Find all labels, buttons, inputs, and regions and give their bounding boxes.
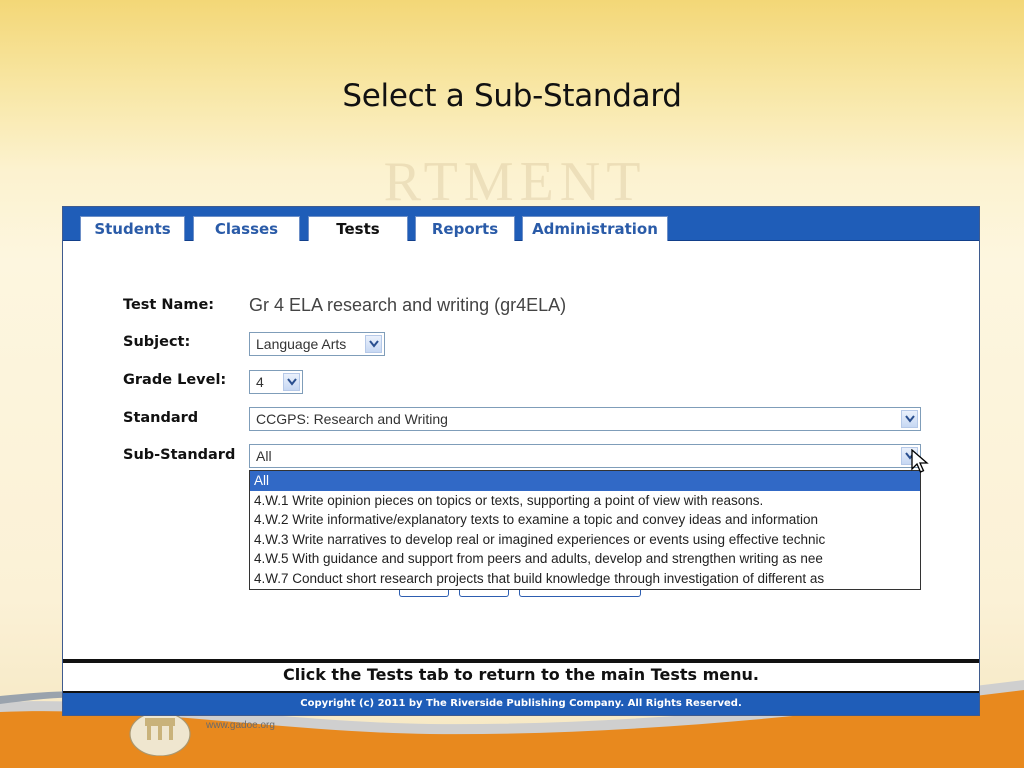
footer-url: www.gadoe.org [206, 720, 275, 731]
standard-select[interactable]: CCGPS: Research and Writing [249, 407, 921, 431]
standard-select-value: CCGPS: Research and Writing [256, 411, 448, 427]
chevron-down-icon[interactable] [365, 335, 382, 353]
dropdown-option[interactable]: 4.W.5 With guidance and support from pee… [250, 549, 920, 569]
obscured-button[interactable] [519, 590, 641, 597]
tab-administration[interactable]: Administration [522, 216, 668, 241]
chevron-down-icon[interactable] [901, 410, 918, 428]
sub-standard-label: Sub-Standard [123, 447, 236, 463]
return-instruction-bar: Click the Tests tab to return to the mai… [63, 659, 979, 691]
dropdown-option[interactable]: All [250, 471, 920, 491]
grade-level-label: Grade Level: [123, 372, 227, 388]
tab-students[interactable]: Students [80, 216, 185, 241]
test-name-value: Gr 4 ELA research and writing (gr4ELA) [249, 295, 567, 315]
dropdown-option[interactable]: 4.W.2 Write informative/explanatory text… [250, 510, 920, 530]
chevron-down-icon[interactable] [283, 373, 300, 391]
standard-label: Standard [123, 410, 199, 426]
copyright-bar: Copyright (c) 2011 by The Riverside Publ… [63, 691, 979, 715]
subject-select[interactable]: Language Arts [249, 332, 385, 356]
dropdown-option[interactable]: 4.W.3 Write narratives to develop real o… [250, 530, 920, 550]
sub-standard-select-value: All [256, 448, 272, 464]
dropdown-option[interactable]: 4.W.1 Write opinion pieces on topics or … [250, 491, 920, 511]
dropdown-option[interactable]: 4.W.7 Conduct short research projects th… [250, 569, 920, 589]
sub-standard-select[interactable]: All [249, 444, 921, 468]
subject-label: Subject: [123, 334, 191, 350]
sub-standard-dropdown-list[interactable]: All 4.W.1 Write opinion pieces on topics… [249, 470, 921, 590]
tab-tests[interactable]: Tests [308, 216, 408, 241]
copyright-text: Copyright (c) 2011 by The Riverside Publ… [300, 698, 742, 709]
slide-title: Select a Sub-Standard [342, 78, 682, 114]
grade-level-select[interactable]: 4 [249, 370, 303, 394]
tab-reports[interactable]: Reports [415, 216, 515, 241]
mouse-pointer-icon [911, 449, 929, 473]
obscured-button[interactable] [399, 590, 449, 597]
subject-select-value: Language Arts [256, 336, 347, 352]
grade-level-select-value: 4 [256, 374, 264, 390]
tab-classes[interactable]: Classes [193, 216, 300, 241]
obscured-button[interactable] [459, 590, 509, 597]
test-name-label: Test Name: [123, 297, 215, 313]
app-window: Students Classes Tests Reports Administr… [62, 206, 980, 716]
tab-bar: Students Classes Tests Reports Administr… [63, 207, 979, 241]
return-instruction-text: Click the Tests tab to return to the mai… [283, 665, 759, 684]
